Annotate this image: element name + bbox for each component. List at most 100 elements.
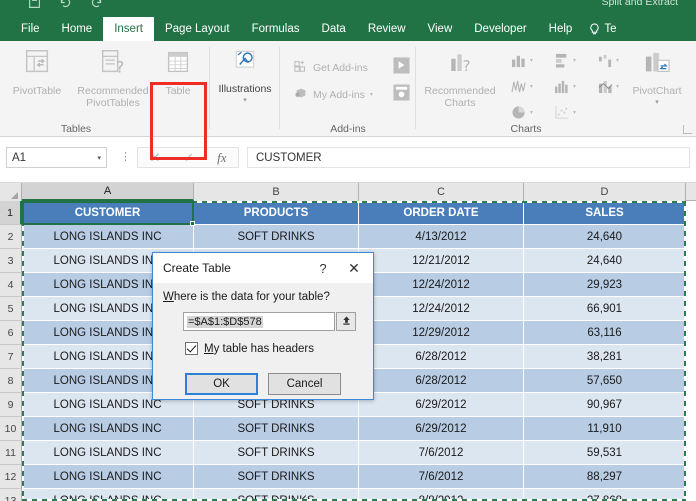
get-addins-button[interactable]: Get Add-ins: [294, 59, 368, 76]
cell-C1[interactable]: ORDER DATE: [359, 201, 524, 225]
cell-D12[interactable]: 88,297: [524, 465, 686, 489]
stock-chart-button[interactable]: ▾: [511, 79, 533, 94]
my-addins-store-icon[interactable]: [393, 84, 410, 106]
cell-A1[interactable]: CUSTOMER: [22, 201, 194, 225]
cell-D9[interactable]: 90,967: [524, 393, 686, 417]
cell-D11[interactable]: 59,531: [524, 441, 686, 465]
cell-B1[interactable]: PRODUCTS: [194, 201, 359, 225]
cell-B13[interactable]: SOFT DRINKS: [194, 489, 359, 501]
quick-access-toolbar[interactable]: [28, 0, 103, 9]
waterfall-chart-caret-icon[interactable]: ▾: [616, 57, 619, 64]
cell-A10[interactable]: LONG ISLANDS INC: [22, 417, 194, 441]
pivotchart-button[interactable]: PivotChart ▾: [624, 51, 690, 106]
cell-A11[interactable]: LONG ISLANDS INC: [22, 441, 194, 465]
combo-chart-button[interactable]: ▾: [597, 79, 619, 94]
select-all-button[interactable]: [0, 183, 22, 201]
row-header-9[interactable]: 9: [0, 393, 22, 417]
row-header-4[interactable]: 4: [0, 273, 22, 297]
ribbon-tab-file[interactable]: File: [10, 17, 51, 41]
dialog-help-button[interactable]: ?: [315, 260, 331, 276]
ribbon-tab-data[interactable]: Data: [311, 17, 357, 41]
confirm-entry-icon[interactable]: ✓: [183, 150, 194, 166]
scatter-chart-caret-icon[interactable]: ▾: [573, 109, 576, 116]
row-header-2[interactable]: 2: [0, 225, 22, 249]
column-header-C[interactable]: C: [359, 183, 524, 201]
cell-C8[interactable]: 6/28/2012: [359, 369, 524, 393]
cell-A12[interactable]: LONG ISLANDS INC: [22, 465, 194, 489]
my-table-has-headers-checkbox[interactable]: [185, 342, 198, 355]
name-box[interactable]: A1 ▾: [6, 147, 107, 168]
row-header-5[interactable]: 5: [0, 297, 22, 321]
cell-B10[interactable]: SOFT DRINKS: [194, 417, 359, 441]
table-range-input[interactable]: =$A$1:$D$578: [183, 312, 335, 331]
cancel-entry-icon[interactable]: ✕: [149, 150, 160, 166]
cell-D4[interactable]: 29,923: [524, 273, 686, 297]
column-chart-caret-icon[interactable]: ▾: [530, 57, 533, 64]
row-header-12[interactable]: 12: [0, 465, 22, 489]
pivotchart-caret-icon[interactable]: ▾: [655, 99, 659, 106]
combo-chart-caret-icon[interactable]: ▾: [616, 83, 619, 90]
cell-C6[interactable]: 12/29/2012: [359, 321, 524, 345]
table-button[interactable]: Table: [148, 47, 208, 98]
recommended-charts-button[interactable]: ? Recommended Charts: [420, 51, 500, 109]
ribbon-tab-insert[interactable]: Insert: [103, 17, 154, 41]
row-header-6[interactable]: 6: [0, 321, 22, 345]
ribbon-tab-home[interactable]: Home: [51, 17, 104, 41]
ribbon-tab-view[interactable]: View: [417, 17, 464, 41]
cell-D7[interactable]: 38,281: [524, 345, 686, 369]
range-collapse-button[interactable]: [336, 312, 356, 331]
cell-D8[interactable]: 57,650: [524, 369, 686, 393]
charts-dialog-launcher[interactable]: [683, 125, 692, 134]
tell-me-box[interactable]: Te: [583, 17, 622, 41]
illustrations-button[interactable]: Illustrations ▾: [214, 47, 276, 104]
waterfall-chart-button[interactable]: ▾: [597, 53, 619, 68]
row-header-3[interactable]: 3: [0, 249, 22, 273]
cell-A2[interactable]: LONG ISLANDS INC: [22, 225, 194, 249]
histogram-chart-caret-icon[interactable]: ▾: [573, 83, 576, 90]
redo-icon[interactable]: [90, 0, 103, 9]
cell-C3[interactable]: 12/21/2012: [359, 249, 524, 273]
save-icon[interactable]: [28, 0, 41, 9]
cell-D10[interactable]: 11,910: [524, 417, 686, 441]
store-icon[interactable]: [393, 57, 410, 79]
cell-A13[interactable]: LONG ISLANDS INC: [22, 489, 194, 501]
bar-chart-button[interactable]: ▾: [554, 53, 576, 68]
column-header-B[interactable]: B: [194, 183, 359, 201]
cell-C7[interactable]: 6/28/2012: [359, 345, 524, 369]
name-box-caret-icon[interactable]: ▾: [97, 154, 101, 162]
cell-C11[interactable]: 7/6/2012: [359, 441, 524, 465]
cell-C13[interactable]: 8/8/2012: [359, 489, 524, 501]
column-header-A[interactable]: A: [22, 183, 194, 201]
cell-C4[interactable]: 12/24/2012: [359, 273, 524, 297]
cell-D13[interactable]: 27,868: [524, 489, 686, 501]
bar-chart-caret-icon[interactable]: ▾: [573, 57, 576, 64]
ribbon-tab-developer[interactable]: Developer: [463, 17, 537, 41]
ribbon-tab-formulas[interactable]: Formulas: [241, 17, 311, 41]
recommended-pivottables-button[interactable]: ? Recommended PivotTables: [74, 47, 152, 109]
insert-function-icon[interactable]: fx: [217, 150, 226, 166]
my-table-has-headers-row[interactable]: My table has headers: [185, 342, 314, 355]
cell-C2[interactable]: 4/13/2012: [359, 225, 524, 249]
stock-chart-caret-icon[interactable]: ▾: [530, 83, 533, 90]
column-chart-button[interactable]: ▾: [511, 53, 533, 68]
cell-D5[interactable]: 66,901: [524, 297, 686, 321]
row-header-10[interactable]: 10: [0, 417, 22, 441]
cell-C9[interactable]: 6/29/2012: [359, 393, 524, 417]
pivottable-button[interactable]: PivotTable: [6, 47, 68, 98]
my-addins-button[interactable]: My Add-ins ▾: [294, 86, 373, 103]
undo-icon[interactable]: [59, 0, 72, 9]
cell-B12[interactable]: SOFT DRINKS: [194, 465, 359, 489]
cell-D1[interactable]: SALES: [524, 201, 686, 225]
dialog-close-button[interactable]: ✕: [341, 258, 367, 278]
cell-D2[interactable]: 24,640: [524, 225, 686, 249]
cell-D6[interactable]: 63,116: [524, 321, 686, 345]
row-header-1[interactable]: 1: [0, 201, 22, 225]
column-header-D[interactable]: D: [524, 183, 686, 201]
formula-input[interactable]: CUSTOMER: [247, 147, 690, 168]
cell-D3[interactable]: 24,640: [524, 249, 686, 273]
row-header-13[interactable]: 13: [0, 489, 22, 501]
cell-C12[interactable]: 7/6/2012: [359, 465, 524, 489]
scatter-chart-button[interactable]: ▾: [554, 105, 576, 120]
my-addins-caret-icon[interactable]: ▾: [370, 91, 373, 98]
row-header-8[interactable]: 8: [0, 369, 22, 393]
